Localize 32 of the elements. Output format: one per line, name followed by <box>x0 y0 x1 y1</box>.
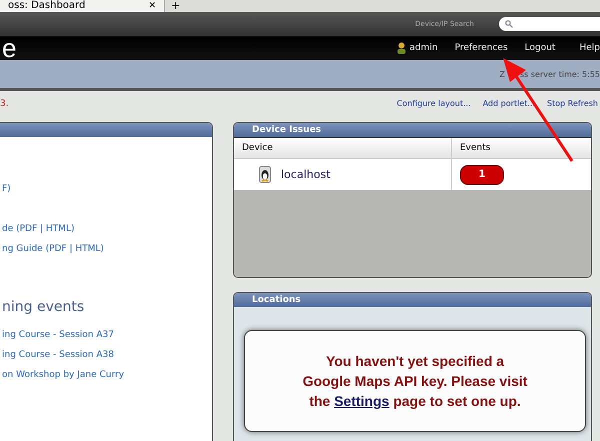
user-icon <box>396 42 406 54</box>
doc-link[interactable]: ing Course - Session A38 <box>2 350 114 360</box>
nav-link[interactable]: Logout <box>524 43 556 53</box>
logo-text: e <box>2 36 16 60</box>
search-icon <box>505 20 513 28</box>
settings-link[interactable]: Settings <box>334 393 390 409</box>
doc-link[interactable]: ng Guide (PDF | HTML) <box>2 244 104 254</box>
nav-link[interactable]: Preferences <box>454 43 508 53</box>
doc-link[interactable]: on Workshop by Jane Curry <box>2 370 124 380</box>
portlet-title: Locations <box>252 295 301 305</box>
message-text: 3. <box>0 98 9 108</box>
doc-link[interactable]: de (PDF | HTML) <box>2 224 74 234</box>
doc-link[interactable]: ing Course - Session A37 <box>2 330 114 340</box>
device-link[interactable]: localhost <box>281 168 330 181</box>
column-header[interactable]: Events <box>452 138 591 158</box>
api-key-message: You haven't yet specified a Google Maps API key. Please visit the Settings page to set one up. <box>302 352 528 411</box>
doc-link[interactable]: F) <box>2 184 11 194</box>
search-field[interactable] <box>499 17 600 31</box>
toolbar-link[interactable]: Stop Refresh <box>547 99 598 108</box>
close-icon[interactable]: ✕ <box>148 1 156 11</box>
new-tab-button[interactable]: + <box>171 0 180 12</box>
penguin-icon <box>259 166 271 183</box>
browser-tab[interactable]: oss: Dashboard ✕ <box>0 0 165 12</box>
toolbar-link[interactable]: Add portlet... <box>482 99 536 108</box>
nav-link[interactable]: Help <box>579 43 600 53</box>
section-heading: ning events <box>2 299 84 315</box>
user-name[interactable]: admin <box>410 43 438 53</box>
event-count-badge[interactable]: 1 <box>460 164 504 184</box>
server-time-text: Z <box>499 70 505 78</box>
toolbar-link[interactable]: Configure layout... <box>396 99 471 108</box>
column-header[interactable]: Device <box>234 138 452 158</box>
portlet-title: Device Issues <box>252 125 322 135</box>
